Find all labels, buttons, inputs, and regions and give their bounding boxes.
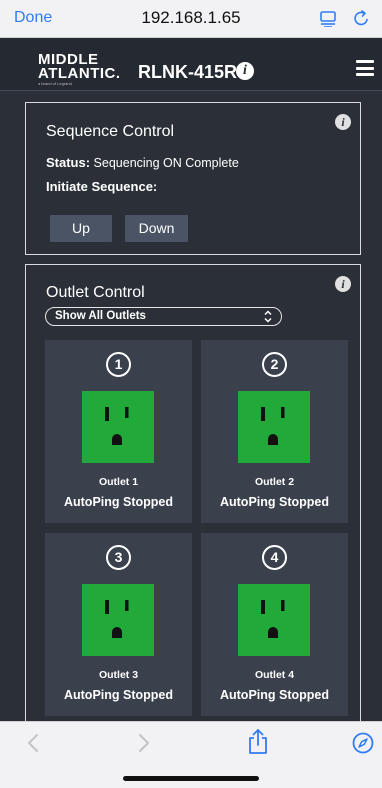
outlet-receptacle-icon[interactable] <box>82 391 154 463</box>
outlet-number-badge: 3 <box>106 545 131 570</box>
browser-toolbar <box>0 721 382 788</box>
outlet-number-badge: 4 <box>262 545 287 570</box>
outlet-receptacle-icon[interactable] <box>82 584 154 656</box>
status-value: Sequencing ON Complete <box>93 156 239 170</box>
outlet-control-panel: Outlet Control i Show All Outlets 1 Outl… <box>25 264 361 721</box>
sequence-control-title: Sequence Control <box>46 123 175 140</box>
outlet-name: Outlet 2 <box>254 476 295 488</box>
select-arrows-icon <box>264 310 272 323</box>
outlet-control-title: Outlet Control <box>46 284 145 301</box>
outlet-number-badge: 2 <box>262 352 287 377</box>
brand-logo: MIDDLE ATLANTIC. <box>38 51 121 82</box>
outlet-status: AutoPing Stopped <box>219 495 329 509</box>
back-icon[interactable] <box>26 733 40 753</box>
outlet-number-badge: 1 <box>106 352 131 377</box>
outlet-status: AutoPing Stopped <box>63 495 173 509</box>
outlet-filter-value: Show All Outlets <box>55 310 146 322</box>
page-content: Sequence Control i Status: Sequencing ON… <box>0 91 382 721</box>
outlet-card-4[interactable]: 4 Outlet 4 AutoPing Stopped <box>201 533 348 716</box>
outlet-card-1[interactable]: 1 Outlet 1 AutoPing Stopped <box>45 340 192 523</box>
outlet-filter-select[interactable]: Show All Outlets <box>45 307 282 326</box>
reader-view-icon[interactable] <box>320 11 336 27</box>
outlet-name: Outlet 3 <box>98 669 139 681</box>
hamburger-menu-icon[interactable] <box>356 60 374 76</box>
reload-icon[interactable] <box>353 10 370 27</box>
outlet-receptacle-icon[interactable] <box>238 584 310 656</box>
initiate-sequence-label: Initiate Sequence: <box>46 179 158 194</box>
forward-icon[interactable] <box>137 733 151 753</box>
outlet-status: AutoPing Stopped <box>219 688 329 702</box>
outlet-card-3[interactable]: 3 Outlet 3 AutoPing Stopped <box>45 533 192 716</box>
outlet-name: Outlet 4 <box>254 669 295 681</box>
outlet-name: Outlet 1 <box>98 476 139 488</box>
device-model: RLNK-415R <box>138 62 238 82</box>
sequence-up-button[interactable]: Up <box>50 215 112 242</box>
outlet-card-2[interactable]: 2 Outlet 2 AutoPing Stopped <box>201 340 348 523</box>
info-icon[interactable]: i <box>335 114 351 130</box>
status-label: Status: <box>46 155 91 170</box>
sequence-down-button[interactable]: Down <box>125 215 188 242</box>
brand-logo-subtitle: a brand of Legrand <box>38 81 72 86</box>
info-icon[interactable]: i <box>236 62 254 80</box>
home-indicator <box>123 776 259 781</box>
compass-icon[interactable] <box>352 732 374 754</box>
outlet-status: AutoPing Stopped <box>63 688 173 702</box>
share-icon[interactable] <box>247 728 269 755</box>
sequence-status: Status: Sequencing ON Complete <box>46 155 239 170</box>
info-icon[interactable]: i <box>335 276 351 292</box>
sequence-control-panel: Sequence Control i Status: Sequencing ON… <box>25 102 361 255</box>
browser-top-bar: Done 192.168.1.65 <box>0 0 382 38</box>
outlet-receptacle-icon[interactable] <box>238 391 310 463</box>
app-header: MIDDLE ATLANTIC. a brand of Legrand RLNK… <box>0 38 382 91</box>
